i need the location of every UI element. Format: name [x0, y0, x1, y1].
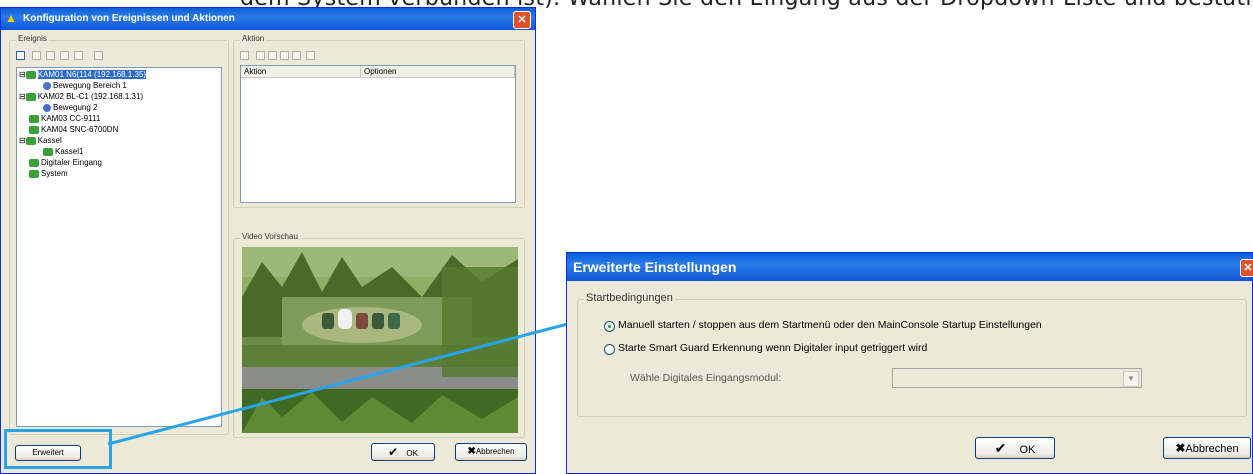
chevron-down-icon: ▼	[1123, 371, 1139, 387]
close-icon[interactable]: ✕	[1240, 259, 1253, 277]
advanced-settings-titlebar: Erweiterte Einstellungen ✕	[567, 253, 1253, 281]
advanced-settings-title: Erweiterte Einstellungen	[573, 259, 737, 275]
check-icon: ✔	[994, 440, 1007, 456]
digital-trigger-label[interactable]: Starte Smart Guard Erkennung wenn Digita…	[618, 342, 927, 354]
start-conditions-label: Startbedingungen	[584, 292, 675, 304]
input-module-label: Wähle Digitales Eingangsmodul:	[630, 372, 782, 384]
manual-start-label[interactable]: Manuell starten / stoppen aus dem Startm…	[618, 319, 1042, 331]
advanced-settings-window: Erweiterte Einstellungen ✕ Startbedingun…	[566, 252, 1253, 474]
start-conditions-group: Startbedingungen Manuell starten / stopp…	[577, 292, 1247, 417]
input-module-dropdown[interactable]: ▼	[892, 368, 1142, 388]
x-icon: ✖	[1175, 441, 1186, 455]
manual-start-radio[interactable]	[604, 321, 615, 332]
advanced-cancel-button[interactable]: ✖Abbrechen	[1163, 437, 1251, 459]
digital-trigger-radio[interactable]	[604, 344, 615, 355]
advanced-ok-button[interactable]: ✔ OK	[975, 437, 1055, 459]
